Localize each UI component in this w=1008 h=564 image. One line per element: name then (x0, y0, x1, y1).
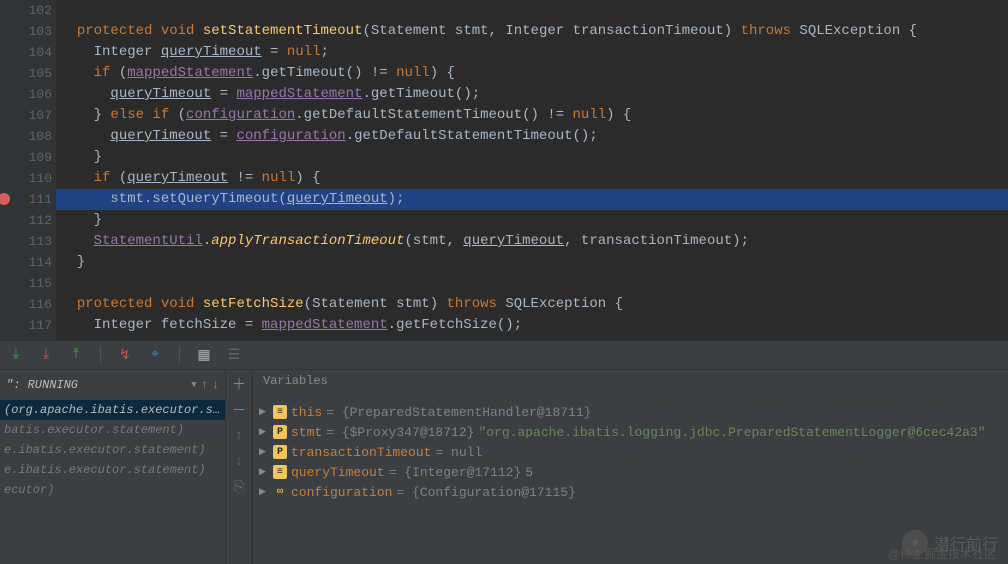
cursor-icon[interactable]: ⌖ (147, 347, 163, 363)
gutter-line[interactable]: 114 (0, 252, 52, 273)
watermark-sub: @稀土掘金技术社区 (888, 545, 996, 562)
gutter-line[interactable]: 102 (0, 0, 52, 21)
download-icon[interactable]: ⤓ (8, 347, 24, 363)
var-name: transactionTimeout (291, 445, 431, 460)
variable-row[interactable]: ▶ Pstmt = {$Proxy347@18712} "org.apache.i… (253, 422, 1008, 442)
breakpoint-icon[interactable] (0, 193, 10, 205)
var-num: 5 (525, 465, 533, 480)
expand-icon[interactable]: ▶ (259, 487, 269, 497)
var-value: = {PreparedStatementHandler@18711} (326, 405, 591, 420)
expand-icon[interactable]: ▶ (259, 447, 269, 457)
code-line[interactable]: protected void setFetchSize(Statement st… (60, 294, 1008, 315)
gutter-line[interactable]: 111 (0, 189, 52, 210)
dropdown-icon[interactable]: ▼ (191, 380, 196, 390)
code-line[interactable] (60, 273, 1008, 294)
table-icon[interactable]: ▦ (196, 347, 212, 363)
frames-panel: ": RUNNING ▼ ↑ ↓ (org.apache.ibatis.exec… (0, 370, 226, 564)
gutter-line[interactable]: 106 (0, 84, 52, 105)
var-name: queryTimeout (291, 465, 385, 480)
vars-toolbar: ＋ － ↑ ↓ ⎘ (226, 370, 253, 564)
frame-row[interactable]: batis.executor.statement) (0, 420, 225, 440)
var-name: stmt (291, 425, 322, 440)
thread-combo[interactable]: ": RUNNING (6, 378, 187, 392)
gutter-line[interactable]: 110 (0, 168, 52, 189)
expand-icon[interactable]: ▶ (259, 427, 269, 437)
debug-lower: ": RUNNING ▼ ↑ ↓ (org.apache.ibatis.exec… (0, 370, 1008, 564)
var-name: this (291, 405, 322, 420)
variables-header: Variables (253, 370, 1008, 400)
gutter-line[interactable]: 109 (0, 147, 52, 168)
var-value: = null (435, 445, 482, 460)
field-icon: ≡ (273, 405, 287, 419)
code-line[interactable]: } (60, 147, 1008, 168)
object-icon: ∞ (273, 485, 287, 499)
param-icon: P (273, 425, 287, 439)
gutter-line[interactable]: 103 (0, 21, 52, 42)
code-line[interactable]: Integer queryTimeout = null; (60, 42, 1008, 63)
gutter: 1021031041051061071081091101111121131141… (0, 0, 56, 340)
code-line[interactable]: if (queryTimeout != null) { (60, 168, 1008, 189)
expand-icon[interactable]: ▶ (259, 407, 269, 417)
code-line[interactable]: Integer fetchSize = mappedStatement.getF… (60, 315, 1008, 336)
add-watch-icon[interactable]: ＋ (231, 376, 247, 392)
remove-watch-icon[interactable]: － (231, 402, 247, 418)
frame-row[interactable]: (org.apache.ibatis.executor.statement) (0, 400, 225, 420)
gutter-line[interactable]: 112 (0, 210, 52, 231)
gutter-line[interactable]: 105 (0, 63, 52, 84)
variable-row[interactable]: ▶ ∞ configuration = {Configuration@17115} (253, 482, 1008, 502)
code-line[interactable]: } (60, 210, 1008, 231)
code-area[interactable]: protected void setStatementTimeout(State… (56, 0, 1008, 340)
loop-icon[interactable]: ↯ (117, 347, 133, 363)
gutter-line[interactable]: 113 (0, 231, 52, 252)
code-line[interactable]: queryTimeout = mappedStatement.getTimeou… (60, 84, 1008, 105)
code-line[interactable]: } (60, 252, 1008, 273)
var-name: configuration (291, 485, 392, 500)
frame-row[interactable]: e.ibatis.executor.statement) (0, 440, 225, 460)
field-icon: ≡ (273, 465, 287, 479)
upload-icon[interactable]: ⤒ (68, 347, 84, 363)
code-editor[interactable]: 1021031041051061071081091101111121131141… (0, 0, 1008, 340)
gutter-line[interactable]: 104 (0, 42, 52, 63)
debug-toolbar: ⤓ ⤓ ⤒ ↯ ⌖ ▦ ☰ (0, 341, 1008, 370)
code-line[interactable]: stmt.setQueryTimeout(queryTimeout); (60, 189, 1008, 210)
up-icon[interactable]: ↑ (231, 428, 247, 444)
frame-row[interactable]: ecutor) (0, 480, 225, 500)
code-line[interactable]: StatementUtil.applyTransactionTimeout(st… (60, 231, 1008, 252)
variable-row[interactable]: ▶ ≡ this = {PreparedStatementHandler@18711… (253, 402, 1008, 422)
gutter-line[interactable]: 115 (0, 273, 52, 294)
variables-panel: Variables ▶ ≡ this = {PreparedStatementHan… (253, 370, 1008, 564)
variables-tree[interactable]: ▶ ≡ this = {PreparedStatementHandler@18711… (253, 400, 1008, 564)
frame-row[interactable]: e.ibatis.executor.statement) (0, 460, 225, 480)
download-red-icon[interactable]: ⤓ (38, 347, 54, 363)
variable-row[interactable]: ▶ PtransactionTimeout = null (253, 442, 1008, 462)
list-icon[interactable]: ☰ (226, 347, 242, 363)
code-line[interactable]: queryTimeout = configuration.getDefaultS… (60, 126, 1008, 147)
gutter-line[interactable]: 108 (0, 126, 52, 147)
variable-row[interactable]: ▶ ≡ queryTimeout = {Integer@17112} 5 (253, 462, 1008, 482)
gutter-line[interactable]: 107 (0, 105, 52, 126)
frame-list[interactable]: (org.apache.ibatis.executor.statement)ba… (0, 400, 225, 500)
expand-icon[interactable]: ▶ (259, 467, 269, 477)
frames-header: ": RUNNING ▼ ↑ ↓ (0, 370, 225, 400)
gutter-line[interactable]: 117 (0, 315, 52, 336)
copy-icon[interactable]: ⎘ (231, 480, 247, 496)
var-value: = {Integer@17112} (389, 465, 522, 480)
separator (179, 346, 180, 364)
code-line[interactable]: protected void setStatementTimeout(State… (60, 21, 1008, 42)
var-string: "org.apache.ibatis.logging.jdbc.Prepared… (478, 425, 985, 440)
code-line[interactable] (60, 0, 1008, 21)
debug-panel: ⤓ ⤓ ⤒ ↯ ⌖ ▦ ☰ ": RUNNING ▼ ↑ ↓ (org.apac… (0, 340, 1008, 564)
next-frame-icon[interactable]: ↓ (212, 378, 219, 392)
code-line[interactable]: if (mappedStatement.getTimeout() != null… (60, 63, 1008, 84)
separator (100, 346, 101, 364)
var-value: = {Configuration@17115} (396, 485, 575, 500)
param-icon: P (273, 445, 287, 459)
down-icon[interactable]: ↓ (231, 454, 247, 470)
var-value: = {$Proxy347@18712} (326, 425, 474, 440)
code-line[interactable]: } else if (configuration.getDefaultState… (60, 105, 1008, 126)
gutter-line[interactable]: 116 (0, 294, 52, 315)
prev-frame-icon[interactable]: ↑ (201, 378, 208, 392)
